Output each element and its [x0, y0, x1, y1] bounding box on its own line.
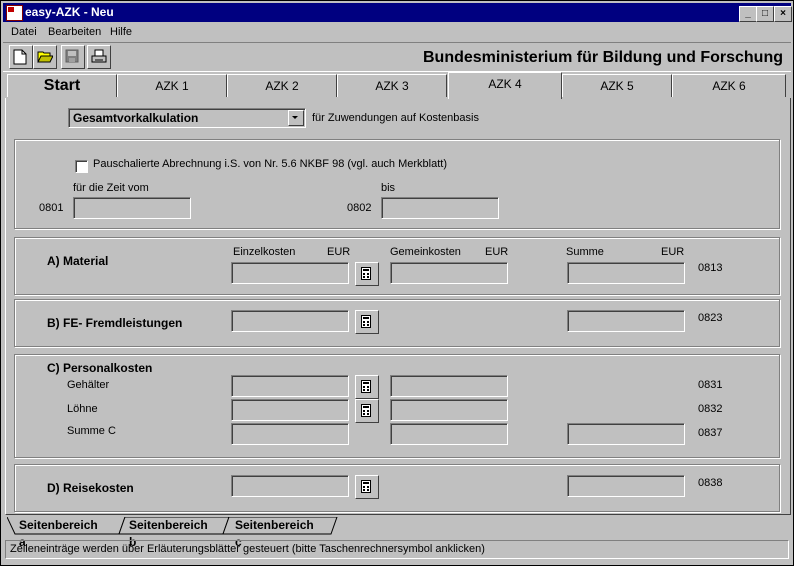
- col-einzelkosten-label: Einzelkosten: [233, 246, 296, 258]
- calculator-icon: [361, 480, 371, 493]
- close-button[interactable]: ×: [774, 6, 792, 22]
- menu-bearbeiten[interactable]: Bearbeiten: [48, 26, 101, 38]
- calculator-icon: [361, 404, 371, 417]
- period-from-input[interactable]: [73, 197, 191, 219]
- loehne-calculator-button[interactable]: [355, 399, 379, 423]
- tab-bar: Start AZK 1 AZK 2 AZK 3 AZK 4 AZK 5 AZK …: [5, 72, 789, 99]
- section-tab-c[interactable]: Seitenbereich c: [235, 517, 314, 549]
- material-summe-input[interactable]: [567, 262, 685, 284]
- azk4-panel: Gesamtvorkalkulation für Zuwendungen auf…: [5, 98, 791, 515]
- loehne-gemein-input[interactable]: [390, 399, 508, 421]
- code-0832: 0832: [698, 403, 723, 415]
- col-gemein-eur-label: EUR: [485, 246, 509, 258]
- menu-bar: Datei Bearbeiten Hilfe: [3, 23, 791, 41]
- col-summe-eur-label: EUR: [661, 246, 685, 258]
- tab-start[interactable]: Start: [7, 74, 117, 97]
- summe-c-label: Summe C: [67, 425, 116, 437]
- reise-label: D) Reisekosten: [47, 481, 134, 495]
- code-0831: 0831: [698, 379, 723, 391]
- loehne-einzel-input[interactable]: [231, 399, 349, 421]
- calculator-icon: [361, 380, 371, 393]
- tab-azk1[interactable]: AZK 1: [117, 74, 227, 97]
- tab-azk5[interactable]: AZK 5: [562, 74, 672, 97]
- material-calculator-button[interactable]: [355, 262, 379, 286]
- toolbar: Bundesministerium für Bildung und Forsch…: [3, 42, 791, 72]
- ministry-title: Bundesministerium für Bildung und Forsch…: [423, 49, 783, 66]
- material-gemein-input[interactable]: [390, 262, 508, 284]
- fe-summe-input[interactable]: [567, 310, 685, 332]
- gehaelter-label: Gehälter: [67, 379, 110, 391]
- fe-group: B) FE- Fremdleistungen 0823: [14, 299, 780, 347]
- period-from-label: für die Zeit vom: [73, 182, 149, 194]
- code-0838: 0838: [698, 477, 723, 489]
- period-to-input[interactable]: [381, 197, 499, 219]
- material-einzel-input[interactable]: [231, 262, 349, 284]
- gehaelter-einzel-input[interactable]: [231, 375, 349, 397]
- printer-icon: [91, 49, 107, 63]
- dropdown-arrow-button[interactable]: [288, 110, 304, 126]
- code-0801: 0801: [39, 202, 64, 214]
- calculation-type-dropdown[interactable]: Gesamtvorkalkulation: [68, 108, 306, 128]
- chevron-down-icon: [292, 116, 298, 119]
- col-einzel-eur-label: EUR: [327, 246, 351, 258]
- code-0813: 0813: [698, 262, 723, 274]
- tab-azk3[interactable]: AZK 3: [337, 74, 447, 97]
- open-folder-icon: [37, 51, 53, 63]
- new-document-button[interactable]: [9, 45, 33, 69]
- calculator-icon: [361, 315, 371, 328]
- gehaelter-gemein-input[interactable]: [390, 375, 508, 397]
- code-0837: 0837: [698, 427, 723, 439]
- dropdown-suffix-label: für Zuwendungen auf Kostenbasis: [312, 112, 479, 124]
- reise-einzel-input[interactable]: [231, 475, 349, 497]
- reise-group: D) Reisekosten 0838: [14, 464, 780, 512]
- fe-einzel-input[interactable]: [231, 310, 349, 332]
- menu-hilfe[interactable]: Hilfe: [110, 26, 132, 38]
- window-title: easy-AZK - Neu: [25, 5, 114, 19]
- summe-c-summe-input[interactable]: [567, 423, 685, 445]
- personal-label: C) Personalkosten: [47, 361, 153, 375]
- personal-group: C) Personalkosten Gehälter 0831 Löhne 08…: [14, 354, 780, 458]
- dropdown-value: Gesamtvorkalkulation: [73, 111, 199, 125]
- tab-azk6[interactable]: AZK 6: [672, 74, 786, 97]
- period-group: Pauschalierte Abrechnung i.S. von Nr. 5.…: [14, 139, 780, 229]
- code-0823: 0823: [698, 312, 723, 324]
- col-summe-label: Summe: [566, 246, 604, 258]
- loehne-label: Löhne: [67, 403, 98, 415]
- save-disk-icon: [65, 49, 79, 63]
- app-window: easy-AZK - Neu _ □ × Datei Bearbeiten Hi…: [0, 0, 794, 566]
- material-group: A) Material Einzelkosten EUR Gemeinkoste…: [14, 237, 780, 295]
- fe-label: B) FE- Fremdleistungen: [47, 316, 183, 330]
- col-gemeinkosten-label: Gemeinkosten: [390, 246, 461, 258]
- status-text: Zeileneinträge werden über Erläuterungsb…: [10, 543, 485, 555]
- section-tab-a[interactable]: Seitenbereich a: [19, 517, 98, 549]
- maximize-button[interactable]: □: [756, 6, 774, 22]
- summe-c-einzel-input[interactable]: [231, 423, 349, 445]
- print-button[interactable]: [87, 45, 111, 69]
- minimize-button[interactable]: _: [739, 6, 757, 22]
- reise-calculator-button[interactable]: [355, 475, 379, 499]
- open-button[interactable]: [33, 45, 57, 69]
- save-button[interactable]: [61, 45, 85, 69]
- gehaelter-calculator-button[interactable]: [355, 375, 379, 399]
- title-bar[interactable]: easy-AZK - Neu _ □ ×: [3, 3, 792, 22]
- material-label: A) Material: [47, 254, 109, 268]
- menu-datei[interactable]: Datei: [11, 26, 37, 38]
- section-tab-b[interactable]: Seitenbereich b: [129, 517, 208, 549]
- pauschal-checkbox-label: Pauschalierte Abrechnung i.S. von Nr. 5.…: [93, 158, 448, 170]
- status-bar: Zeileneinträge werden über Erläuterungsb…: [5, 540, 789, 559]
- summe-c-gemein-input[interactable]: [390, 423, 508, 445]
- code-0802: 0802: [347, 202, 372, 214]
- fe-calculator-button[interactable]: [355, 310, 379, 334]
- pauschal-checkbox[interactable]: [75, 160, 88, 173]
- tab-azk2[interactable]: AZK 2: [227, 74, 337, 97]
- new-file-icon: [13, 49, 27, 65]
- reise-summe-input[interactable]: [567, 475, 685, 497]
- period-to-label: bis: [381, 182, 396, 194]
- app-icon[interactable]: [6, 5, 23, 21]
- calculator-icon: [361, 267, 371, 280]
- tab-azk4[interactable]: AZK 4: [448, 72, 562, 99]
